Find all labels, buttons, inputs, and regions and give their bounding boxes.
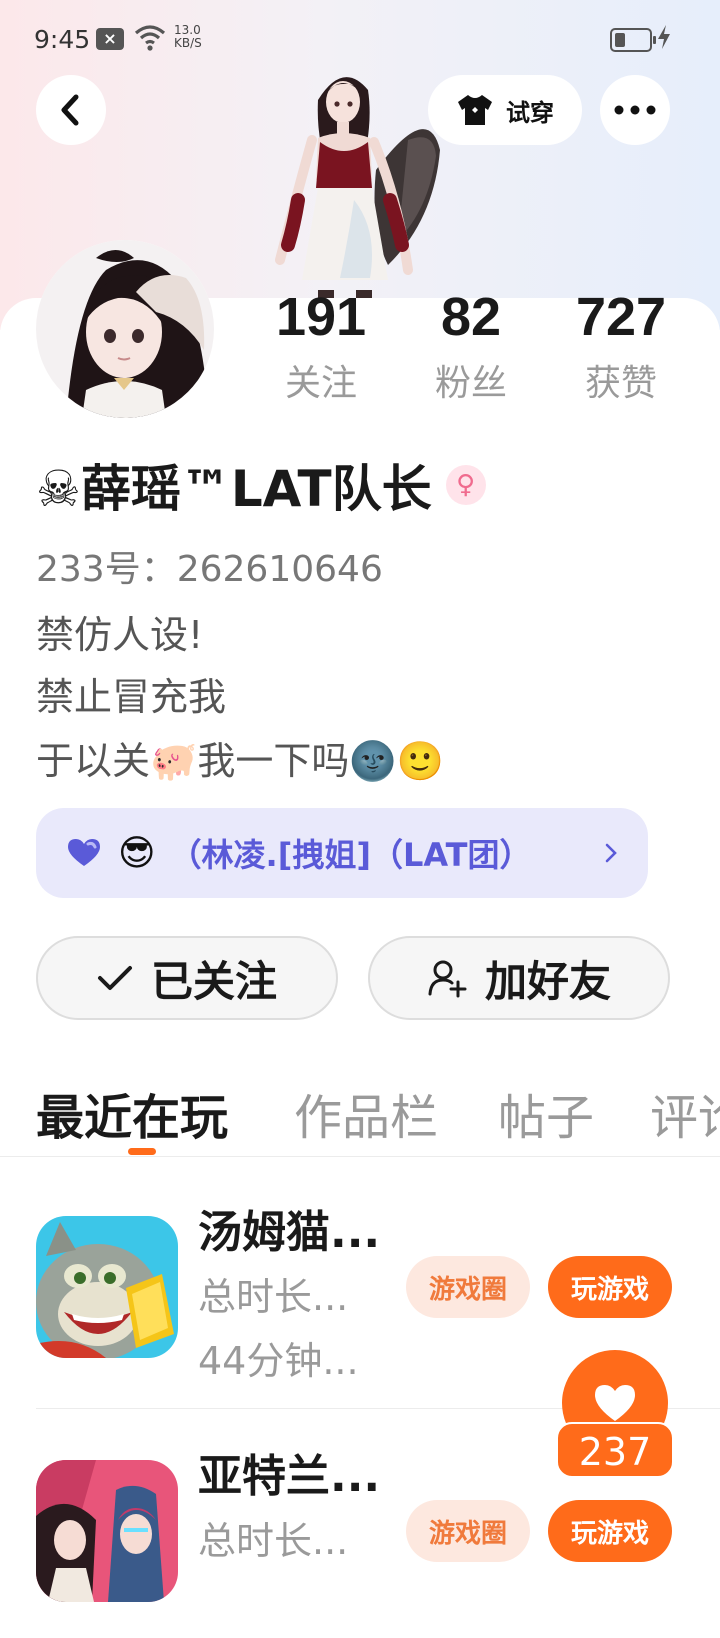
tab-works[interactable]: 作品栏 bbox=[294, 1078, 438, 1148]
bio-line-1: 禁仿人设! bbox=[36, 613, 204, 657]
game-icon[interactable] bbox=[36, 1216, 178, 1358]
charging-icon bbox=[656, 24, 672, 56]
stat-following[interactable]: 191 关注 bbox=[246, 284, 396, 406]
add-user-icon bbox=[428, 960, 467, 998]
gender-female-icon: ♀ bbox=[445, 465, 486, 505]
game-title: 汤姆猫... bbox=[198, 1207, 381, 1258]
status-time: 9:45 bbox=[34, 25, 91, 54]
try-on-button[interactable]: 试穿 bbox=[428, 75, 582, 145]
stat-likes-label: 获赞 bbox=[584, 363, 657, 404]
more-button[interactable] bbox=[600, 75, 670, 145]
notification-icon: × bbox=[96, 28, 124, 50]
more-dots-icon bbox=[614, 105, 656, 115]
followed-button[interactable]: 已关注 bbox=[36, 936, 338, 1020]
chevron-left-icon bbox=[61, 94, 79, 126]
bio-line-3: 于以关🐖我一下吗🌚🙂 bbox=[36, 739, 444, 783]
stat-fans-count: 82 bbox=[440, 287, 502, 347]
stat-likes-count: 727 bbox=[575, 287, 667, 347]
group-label: （林凌.[拽姐]（LAT团） bbox=[169, 836, 532, 874]
bio-line-2: 禁止冒充我 bbox=[36, 675, 227, 719]
name-row: ☠薛瑶™LAT队长 ♀ bbox=[36, 450, 486, 520]
back-button[interactable] bbox=[36, 75, 106, 145]
game-total-time-label: 总时长... bbox=[198, 1519, 349, 1563]
group-emoji: 😎 bbox=[118, 832, 156, 874]
stat-likes[interactable]: 727 获赞 bbox=[546, 284, 696, 406]
add-friend-label: 加好友 bbox=[484, 956, 611, 1006]
followed-label: 已关注 bbox=[150, 956, 277, 1006]
like-count[interactable]: 237 bbox=[556, 1422, 674, 1478]
game-total-time: 44分钟... bbox=[198, 1339, 359, 1383]
stat-fans-label: 粉丝 bbox=[434, 363, 507, 404]
game-icon[interactable] bbox=[36, 1460, 178, 1602]
chevron-right-icon bbox=[605, 843, 617, 863]
stat-fans[interactable]: 82 粉丝 bbox=[396, 284, 546, 406]
play-game-button[interactable]: 玩游戏 bbox=[548, 1500, 672, 1562]
tab-indicator bbox=[128, 1148, 156, 1155]
wifi-icon bbox=[134, 24, 166, 58]
avatar-3d-figure[interactable] bbox=[258, 60, 448, 300]
tab-posts[interactable]: 帖子 bbox=[498, 1078, 594, 1148]
network-speed: 13.0 KB/S bbox=[174, 24, 202, 50]
tab-comments[interactable]: 评论 bbox=[650, 1078, 720, 1148]
play-game-button[interactable]: 玩游戏 bbox=[548, 1256, 672, 1318]
stat-following-label: 关注 bbox=[284, 363, 357, 404]
profile-name: ☠薛瑶™LAT队长 bbox=[36, 460, 432, 518]
try-on-label: 试穿 bbox=[506, 98, 554, 127]
tshirt-icon bbox=[458, 95, 492, 125]
stat-following-count: 191 bbox=[275, 287, 367, 347]
game-circle-button[interactable]: 游戏圈 bbox=[406, 1500, 530, 1562]
network-speed-value: 13.0 bbox=[174, 23, 201, 37]
game-total-time-label: 总时长... bbox=[198, 1275, 349, 1319]
heart-icon bbox=[595, 1385, 635, 1421]
add-friend-button[interactable]: 加好友 bbox=[368, 936, 670, 1020]
group-entry[interactable]: 😎 （林凌.[拽姐]（LAT团） bbox=[36, 808, 648, 898]
battery-icon bbox=[610, 28, 656, 52]
avatar[interactable] bbox=[36, 240, 214, 418]
status-bar: 9:45 × 13.0 KB/S bbox=[0, 22, 720, 62]
divider bbox=[0, 1156, 720, 1157]
game-circle-button[interactable]: 游戏圈 bbox=[406, 1256, 530, 1318]
tab-recent-play[interactable]: 最近在玩 bbox=[36, 1078, 228, 1148]
network-speed-unit: KB/S bbox=[174, 36, 202, 50]
user-id[interactable]: 233号：262610646 bbox=[36, 540, 383, 592]
heart-icon bbox=[68, 839, 100, 866]
game-title: 亚特兰... bbox=[198, 1451, 381, 1502]
battery-fill bbox=[615, 33, 625, 47]
check-icon bbox=[97, 966, 132, 990]
